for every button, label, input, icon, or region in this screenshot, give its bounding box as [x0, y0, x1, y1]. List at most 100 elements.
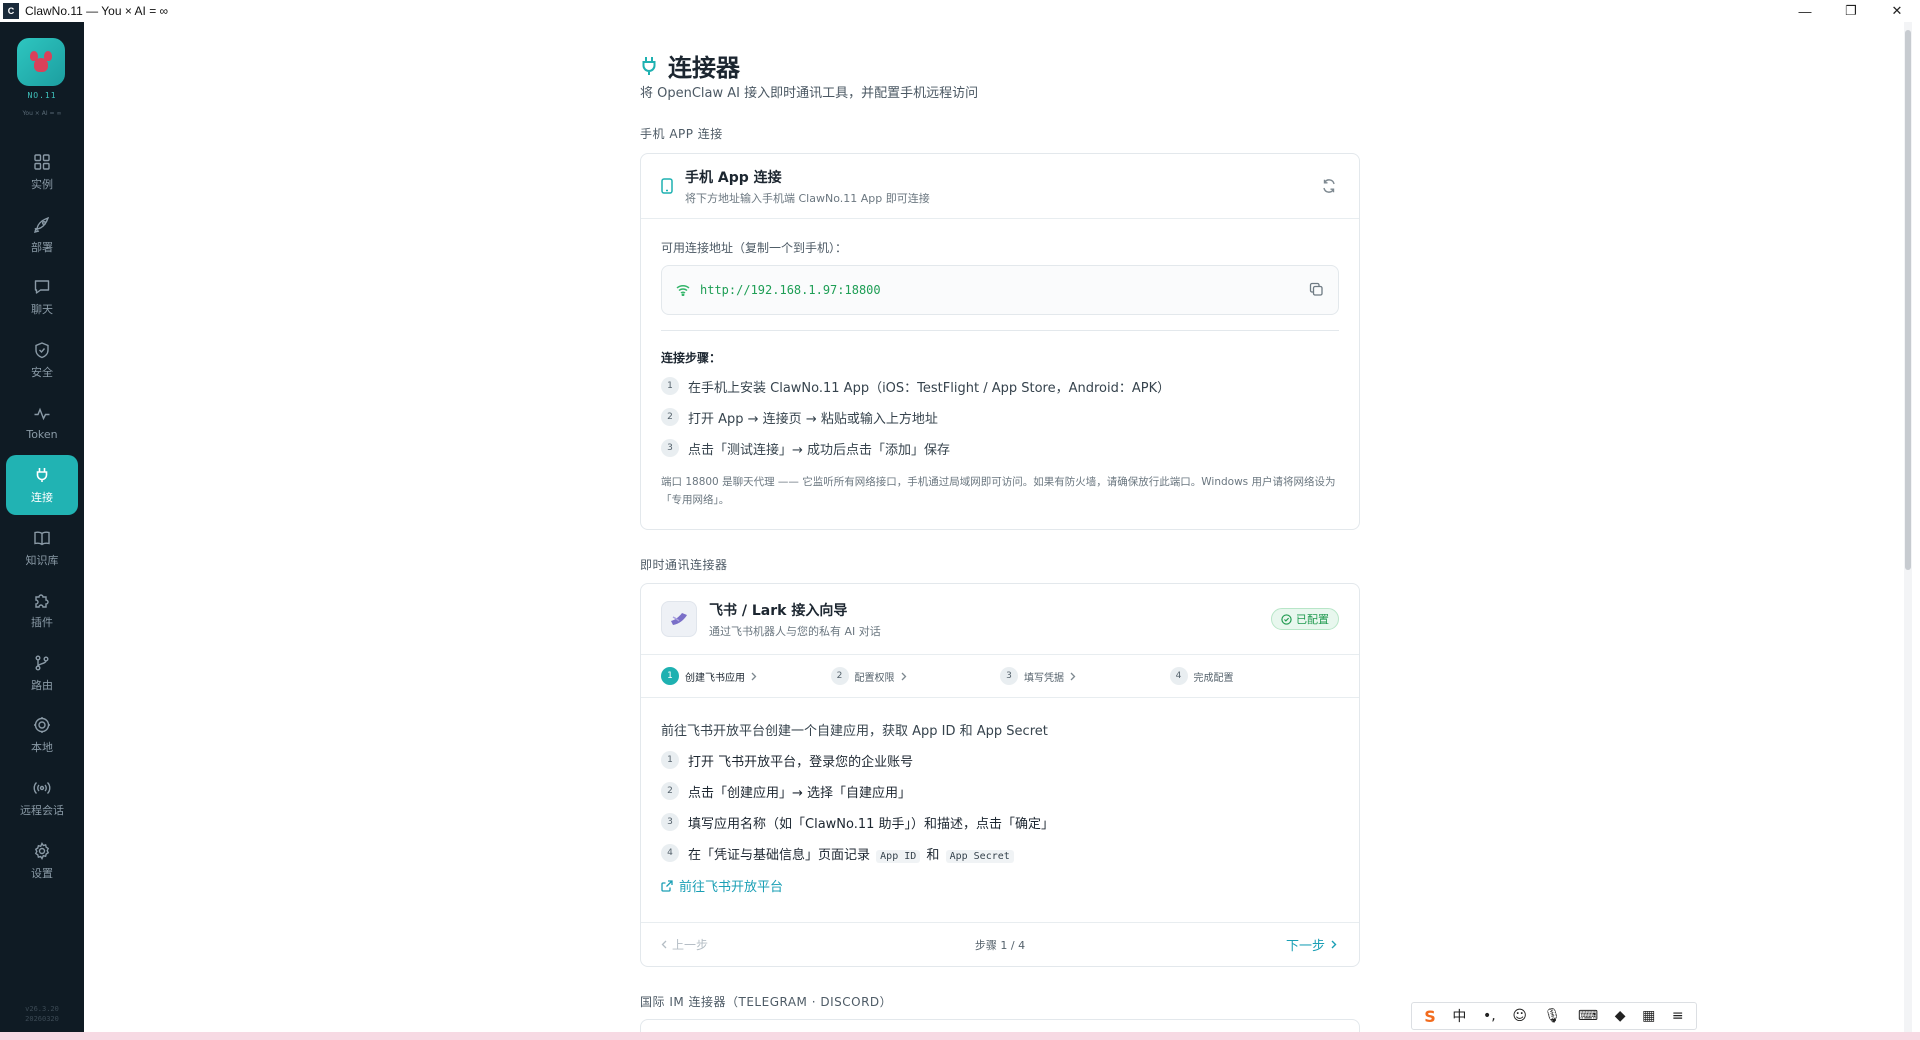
step-number: 4 [661, 844, 679, 862]
version-number: v26.3.20 [25, 1005, 59, 1013]
step-number: 3 [661, 439, 679, 457]
sidebar-item-security[interactable]: 安全 [6, 330, 78, 390]
emoji-icon[interactable]: ☺ [1512, 1008, 1527, 1024]
toolbox-icon[interactable]: ▦ [1642, 1008, 1655, 1024]
mobile-section-label: 手机 APP 连接 [640, 127, 723, 141]
scrollbar-thumb[interactable] [1905, 30, 1911, 570]
lark-logo-icon [661, 601, 697, 637]
external-link-icon [661, 879, 673, 892]
sogou-logo-icon[interactable]: S [1424, 1007, 1436, 1026]
step-text: 点击「测试连接」→ 成功后点击「添加」保存 [688, 442, 951, 458]
ime-punctuation-toggle[interactable]: •, [1483, 1008, 1496, 1024]
microphone-icon[interactable]: 🎙︎ [1544, 1008, 1562, 1024]
ime-language-toggle[interactable]: 中 [1452, 1006, 1466, 1026]
taskbar-strip [0, 1032, 1920, 1040]
gear-icon [32, 841, 52, 861]
list-item: 1 在手机上安装 ClawNo.11 App（iOS：TestFlight / … [661, 375, 1339, 397]
page-indicator: 步骤 1 / 4 [974, 938, 1026, 952]
wizard-step-number: 1 [661, 667, 679, 685]
wizard-step-finish[interactable]: 4 完成配置 [1169, 667, 1340, 685]
sidebar-item-remote-session[interactable]: 远程会话 [6, 768, 78, 828]
wifi-icon [676, 284, 690, 296]
sidebar-item-label: 本地 [31, 741, 53, 755]
connection-url[interactable]: http://192.168.1.97:18800 [700, 283, 881, 297]
app-logo[interactable] [17, 38, 65, 86]
mobile-card-body: 可用连接地址（复制一个到手机）： http://192.168.1.97:188… [641, 219, 1359, 509]
list-item: 3 点击「测试连接」→ 成功后点击「添加」保存 [661, 437, 1339, 459]
link-label: 前往飞书开放平台 [679, 880, 784, 895]
next-button[interactable]: 下一步 [1286, 935, 1337, 954]
wizard-step-number: 3 [1000, 667, 1018, 685]
ime-menu-icon[interactable]: ≡ [1672, 1008, 1684, 1024]
prev-button[interactable]: 上一步 [661, 936, 708, 953]
address-box[interactable]: http://192.168.1.97:18800 [661, 265, 1339, 315]
sidebar-item-plugins[interactable]: 插件 [6, 580, 78, 640]
chevron-right-icon [1331, 940, 1337, 949]
sidebar-item-local[interactable]: 本地 [6, 705, 78, 765]
intl-section-label: 国际 IM 连接器（TELEGRAM · DISCORD） [640, 995, 893, 1009]
step-text: 打开 App → 连接页 → 粘贴或输入上方地址 [688, 411, 938, 427]
sidebar-item-instances[interactable]: 实例 [6, 142, 78, 202]
list-item: 3 填写应用名称（如「ClawNo.11 助手」）和描述，点击「确定」 [661, 811, 1339, 833]
wizard-step-create-app[interactable]: 1 创建飞书应用 [661, 667, 831, 685]
cpu-icon [32, 715, 52, 735]
mobile-app-card: 手机 App 连接 将下方地址输入手机端 ClawNo.11 App 即可连接 … [640, 153, 1360, 530]
restore-button[interactable]: ❐ [1828, 0, 1874, 22]
sidebar-item-settings[interactable]: 设置 [6, 831, 78, 891]
lark-card-subtitle: 通过飞书机器人与您的私有 AI 对话 [709, 624, 881, 638]
lark-card-header: 飞书 / Lark 接入向导 通过飞书机器人与您的私有 AI 对话 已配置 [641, 584, 1359, 654]
step-text: 在「凭证与基础信息」页面记录 App ID 和 App Secret [688, 844, 1016, 863]
phone-icon [661, 178, 673, 194]
sidebar-item-label: 插件 [31, 616, 53, 630]
wizard-step-number: 4 [1169, 667, 1188, 685]
main-content: 连接器 将 OpenClaw AI 接入即时通讯工具，并配置手机远程访问 手机 … [84, 22, 1912, 1032]
keyboard-icon[interactable]: ⌨︎ [1578, 1008, 1598, 1024]
sidebar-item-knowledge[interactable]: 知识库 [6, 518, 78, 578]
step-number: 3 [661, 813, 679, 831]
step-text-and: 和 [926, 847, 940, 863]
sidebar-item-label: 路由 [31, 678, 53, 692]
chat-icon [32, 277, 52, 297]
wizard-footer: 上一步 步骤 1 / 4 下一步 [641, 922, 1359, 966]
intl-im-card [640, 1019, 1360, 1032]
wizard-steps: 1 创建飞书应用 2 配置权限 3 填写凭据 4 完成配置 [641, 654, 1359, 698]
mobile-card-title: 手机 App 连接 [685, 169, 782, 186]
sidebar-item-label: 实例 [31, 178, 53, 191]
wizard-step-number: 2 [830, 667, 849, 685]
mobile-card-subtitle: 将下方地址输入手机端 ClawNo.11 App 即可连接 [685, 191, 930, 205]
step-text: 在手机上安装 ClawNo.11 App（iOS：TestFlight / Ap… [688, 380, 1171, 396]
wizard-intro: 前往飞书开放平台创建一个自建应用，获取 App ID 和 App Secret [661, 724, 1048, 739]
sidebar-item-routing[interactable]: 路由 [6, 643, 78, 703]
wizard-step-permissions[interactable]: 2 配置权限 [830, 667, 1001, 685]
sidebar-item-chat[interactable]: 聊天 [6, 267, 78, 327]
check-circle-icon [1281, 613, 1292, 625]
step-text: 打开 飞书开放平台，登录您的企业账号 [688, 754, 914, 770]
sidebar-item-connect[interactable]: 连接 [6, 454, 78, 515]
puzzle-icon [32, 590, 52, 610]
lark-wizard-card: 飞书 / Lark 接入向导 通过飞书机器人与您的私有 AI 对话 已配置 1 … [640, 583, 1360, 967]
minimize-button[interactable]: — [1782, 0, 1828, 22]
app-version: v26.3.20 20260320 [0, 1004, 84, 1024]
branch-icon [32, 653, 52, 673]
list-item: 4 在「凭证与基础信息」页面记录 App ID 和 App Secret [661, 842, 1339, 864]
sidebar-item-deploy[interactable]: 部署 [6, 205, 78, 265]
chevron-right-icon [901, 672, 907, 681]
copy-icon[interactable] [1309, 282, 1324, 301]
sidebar-item-token[interactable]: Token [6, 392, 78, 452]
book-icon [32, 528, 52, 548]
list-item: 2 点击「创建应用」→ 选择「自建应用」 [661, 780, 1339, 802]
refresh-icon[interactable] [1321, 178, 1337, 198]
wizard-step-credentials[interactable]: 3 填写凭据 [1000, 667, 1170, 685]
step-number: 2 [661, 782, 679, 800]
wizard-step-label: 完成配置 [1193, 672, 1234, 684]
chevron-right-icon [751, 672, 757, 681]
skin-icon[interactable]: ◆ [1615, 1008, 1626, 1024]
broadcast-icon [32, 778, 52, 798]
app-id-code: App ID [876, 849, 921, 863]
plug-icon [32, 465, 52, 485]
plug-icon [640, 55, 658, 77]
lark-platform-link[interactable]: 前往飞书开放平台 [661, 876, 1339, 895]
scrollbar[interactable] [1904, 22, 1912, 1032]
pulse-icon [32, 404, 52, 424]
close-button[interactable]: ✕ [1874, 0, 1920, 22]
